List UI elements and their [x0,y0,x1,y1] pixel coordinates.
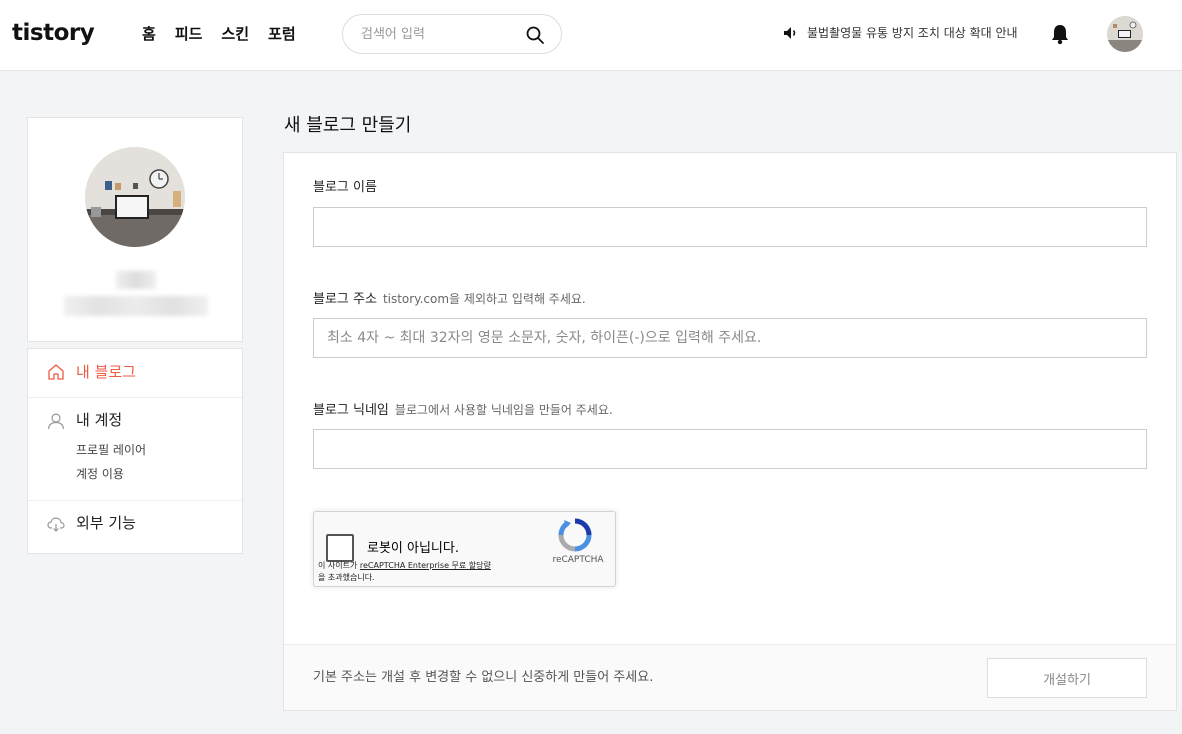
recaptcha-checkbox[interactable] [326,534,354,562]
bell-icon[interactable] [1049,23,1071,45]
blog-name-input[interactable] [313,207,1147,247]
recaptcha-logo-icon [558,518,592,552]
user-avatar[interactable] [1107,16,1143,52]
recaptcha-quota-link[interactable]: reCAPTCHA Enterprise 무료 할당량 [360,561,491,570]
sidebar-menu: 내 블로그 내 계정 프로필 레이어 계정 이용 외부 기능 [27,348,243,554]
recaptcha-label: 로봇이 아닙니다. [367,541,459,556]
create-blog-form: 블로그 이름 블로그 주소 tistory.com을 제외하고 입력해 주세요. … [283,152,1177,711]
recaptcha-terms: 이 사이트가 reCAPTCHA Enterprise 무료 할당량을 초과했습… [318,561,491,582]
nav-feed[interactable]: 피드 [175,23,203,45]
blog-address-input[interactable] [313,318,1147,358]
notice-text: 불법촬영물 유통 방지 조치 대상 확대 안내 [807,26,1018,40]
user-icon [47,413,65,430]
blog-nickname-hint: 블로그에서 사용할 닉네임을 만들어 주세요. [394,403,613,417]
sidebar-sub-account-usage[interactable]: 계정 이용 [76,466,124,482]
blog-name-label: 블로그 이름 [313,180,377,195]
top-header: tistory 홈 피드 스킨 포럼 불법촬영물 유통 방지 조치 대상 확대 … [0,0,1182,71]
cloud-download-icon [47,517,65,532]
sidebar-item-my-blog[interactable]: 내 블로그 [28,349,242,398]
search-input[interactable] [361,24,521,44]
profile-avatar[interactable] [85,147,185,247]
search-box [342,14,562,54]
create-blog-button[interactable]: 개설하기 [987,658,1147,698]
search-icon[interactable] [525,25,545,45]
form-footer: 기본 주소는 개설 후 변경할 수 없으니 신중하게 만들어 주세요. 개설하기 [284,644,1176,710]
recaptcha-brand: reCAPTCHA [552,555,604,565]
blog-address-hint: tistory.com을 제외하고 입력해 주세요. [382,292,586,306]
page-title: 새 블로그 만들기 [284,115,412,136]
main-nav: 홈 피드 스킨 포럼 [142,23,296,45]
nav-forum[interactable]: 포럼 [268,23,296,45]
nav-home[interactable]: 홈 [142,23,156,45]
blurred-blog-name [116,271,156,289]
blog-nickname-input[interactable] [313,429,1147,469]
blog-nickname-label: 블로그 닉네임 블로그에서 사용할 닉네임을 만들어 주세요. [313,403,613,418]
footer-note: 기본 주소는 개설 후 변경할 수 없으니 신중하게 만들어 주세요. [313,670,654,685]
recaptcha-widget: 로봇이 아닙니다. reCAPTCHA 이 사이트가 reCAPTCHA Ent… [313,511,616,587]
sidebar-item-label: 외부 기능 [76,514,136,532]
blurred-blog-address [64,296,208,316]
notice-banner[interactable]: 불법촬영물 유통 방지 조치 대상 확대 안내 [783,24,1018,41]
sidebar-item-my-account[interactable]: 내 계정 프로필 레이어 계정 이용 [28,398,242,501]
sidebar-item-label: 내 계정 [76,411,123,429]
blog-address-label: 블로그 주소 tistory.com을 제외하고 입력해 주세요. [313,292,586,307]
nav-skin[interactable]: 스킨 [221,23,249,45]
tistory-logo[interactable]: tistory [12,19,95,47]
speaker-icon [784,26,796,39]
sidebar-item-label: 내 블로그 [76,363,136,381]
home-icon [48,364,64,380]
profile-card [27,117,243,342]
sidebar-item-external[interactable]: 외부 기능 [28,501,242,553]
sidebar-sub-profile-layer[interactable]: 프로필 레이어 [76,442,146,458]
